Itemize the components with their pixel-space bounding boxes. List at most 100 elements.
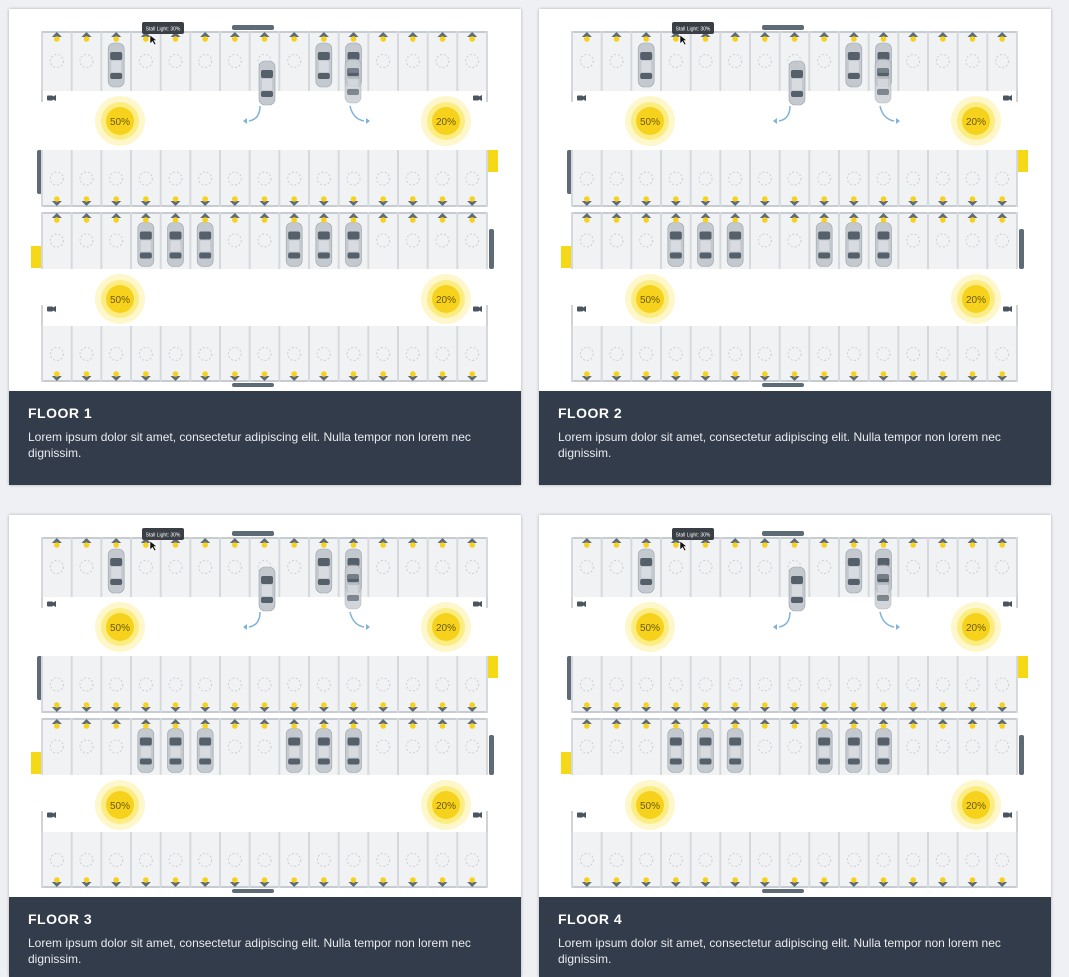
- light-zone-icon[interactable]: 50%: [95, 96, 145, 146]
- turn-arrow-icon: [773, 624, 777, 630]
- car-icon[interactable]: [137, 222, 155, 267]
- floor-description: Lorem ipsum dolor sit amet, consectetur …: [28, 936, 471, 966]
- car-icon[interactable]: [315, 548, 333, 594]
- car-icon[interactable]: [874, 564, 892, 610]
- light-zone-icon[interactable]: 50%: [95, 602, 145, 652]
- floor-title: FLOOR 1: [28, 405, 93, 421]
- car-icon[interactable]: [697, 222, 714, 267]
- light-level-label: 50%: [110, 801, 130, 812]
- light-level-label: 50%: [110, 623, 130, 634]
- car-icon[interactable]: [815, 728, 833, 773]
- floor-plan: 50% 20% 50% 20% Stall Light: 30%: [31, 528, 498, 893]
- car-icon[interactable]: [196, 222, 214, 267]
- floor-card[interactable]: 50% 20% 50% 20% Stall Light: 30% FLOOR 3 Lor…: [9, 515, 521, 977]
- light-zone-icon[interactable]: 50%: [95, 780, 145, 830]
- entrance-bar: [762, 25, 804, 30]
- side-wall: [489, 229, 494, 269]
- light-zone-icon[interactable]: 50%: [625, 96, 675, 146]
- camera-icon: [47, 95, 56, 101]
- car-icon[interactable]: [344, 58, 362, 104]
- light-zone-icon[interactable]: 20%: [951, 274, 1001, 324]
- car-icon[interactable]: [315, 42, 333, 88]
- light-level-label: 50%: [110, 117, 130, 128]
- parking-map[interactable]: 50% 20% 50% 20% Stall Light: 30%: [539, 9, 1051, 391]
- light-zone-icon[interactable]: 50%: [95, 274, 145, 324]
- car-icon[interactable]: [285, 728, 303, 773]
- car-icon[interactable]: [196, 728, 214, 773]
- car-icon[interactable]: [667, 728, 685, 773]
- car-icon[interactable]: [845, 42, 863, 88]
- car-icon[interactable]: [315, 728, 333, 773]
- car-icon[interactable]: [345, 222, 362, 267]
- turn-arrow-icon: [879, 105, 895, 122]
- turn-arrow-icon: [349, 611, 365, 628]
- camera-icon: [1003, 601, 1012, 607]
- parking-map[interactable]: 50% 20% 50% 20% Stall Light: 30%: [9, 515, 521, 897]
- car-icon[interactable]: [726, 728, 744, 773]
- light-zone-icon[interactable]: 20%: [421, 780, 471, 830]
- car-icon[interactable]: [815, 222, 833, 267]
- light-zone-icon[interactable]: 50%: [625, 780, 675, 830]
- car-icon[interactable]: [637, 42, 655, 88]
- tooltip-text: Stall Light: 30%: [676, 27, 711, 33]
- car-icon[interactable]: [137, 728, 155, 773]
- car-icon[interactable]: [874, 58, 892, 104]
- car-icon[interactable]: [697, 728, 714, 773]
- turn-arrow-icon: [879, 611, 895, 628]
- car-icon[interactable]: [167, 728, 184, 773]
- light-zone-icon[interactable]: 50%: [625, 602, 675, 652]
- turn-arrow-icon: [248, 611, 261, 628]
- floor-card[interactable]: 50% 20% 50% 20% Stall Light: 30% FLOOR 4 Lor…: [539, 515, 1051, 977]
- turn-arrow-icon: [896, 118, 900, 124]
- car-icon[interactable]: [667, 222, 685, 267]
- light-zone-icon[interactable]: 20%: [421, 96, 471, 146]
- car-icon[interactable]: [107, 42, 125, 88]
- turn-arrow-icon: [366, 624, 370, 630]
- car-icon[interactable]: [107, 548, 125, 594]
- car-icon[interactable]: [285, 222, 303, 267]
- light-zone-icon[interactable]: 20%: [421, 602, 471, 652]
- car-icon[interactable]: [845, 728, 863, 773]
- turn-arrow-icon: [773, 118, 777, 124]
- entrance-bar: [232, 889, 274, 893]
- floor-plan: 50% 20% 50% 20% Stall Light: 30%: [561, 22, 1028, 387]
- floor-card[interactable]: 50% 20% 50% 20% Stall Light: 30% FLOOR 2 Lor…: [539, 9, 1051, 485]
- car-icon[interactable]: [845, 222, 863, 267]
- camera-icon: [1003, 812, 1012, 818]
- camera-icon: [1003, 95, 1012, 101]
- entrance-bar: [762, 531, 804, 536]
- car-icon[interactable]: [258, 566, 276, 612]
- turn-arrow-icon: [778, 105, 791, 122]
- car-icon[interactable]: [726, 222, 744, 267]
- camera-icon: [47, 812, 56, 818]
- turn-arrow-icon: [366, 118, 370, 124]
- tooltip-text: Stall Light: 30%: [146, 533, 181, 539]
- car-icon[interactable]: [258, 60, 276, 106]
- floor-card[interactable]: 50% 20% 50% 20% Stall Light: 30% FLOOR 1 Lor…: [9, 9, 521, 485]
- light-zone-icon[interactable]: 20%: [951, 602, 1001, 652]
- car-icon[interactable]: [167, 222, 184, 267]
- light-level-label: 50%: [640, 295, 660, 306]
- parking-map[interactable]: 50% 20% 50% 20% Stall Light: 30%: [9, 9, 521, 391]
- light-zone-icon[interactable]: 20%: [951, 780, 1001, 830]
- car-icon[interactable]: [875, 728, 892, 773]
- car-icon[interactable]: [788, 566, 806, 612]
- car-icon[interactable]: [788, 60, 806, 106]
- car-icon[interactable]: [345, 728, 362, 773]
- light-zone-icon[interactable]: 50%: [625, 274, 675, 324]
- car-icon[interactable]: [344, 564, 362, 610]
- camera-icon: [577, 601, 586, 607]
- light-zone-icon[interactable]: 20%: [421, 274, 471, 324]
- entrance-bar: [762, 889, 804, 893]
- camera-icon: [47, 306, 56, 312]
- camera-icon: [577, 812, 586, 818]
- light-level-label: 20%: [966, 117, 986, 128]
- parking-map[interactable]: 50% 20% 50% 20% Stall Light: 30%: [539, 515, 1051, 897]
- light-level-label: 50%: [110, 295, 130, 306]
- car-icon[interactable]: [637, 548, 655, 594]
- car-icon[interactable]: [875, 222, 892, 267]
- entrance-bar: [762, 383, 804, 387]
- car-icon[interactable]: [845, 548, 863, 594]
- light-zone-icon[interactable]: 20%: [951, 96, 1001, 146]
- car-icon[interactable]: [315, 222, 333, 267]
